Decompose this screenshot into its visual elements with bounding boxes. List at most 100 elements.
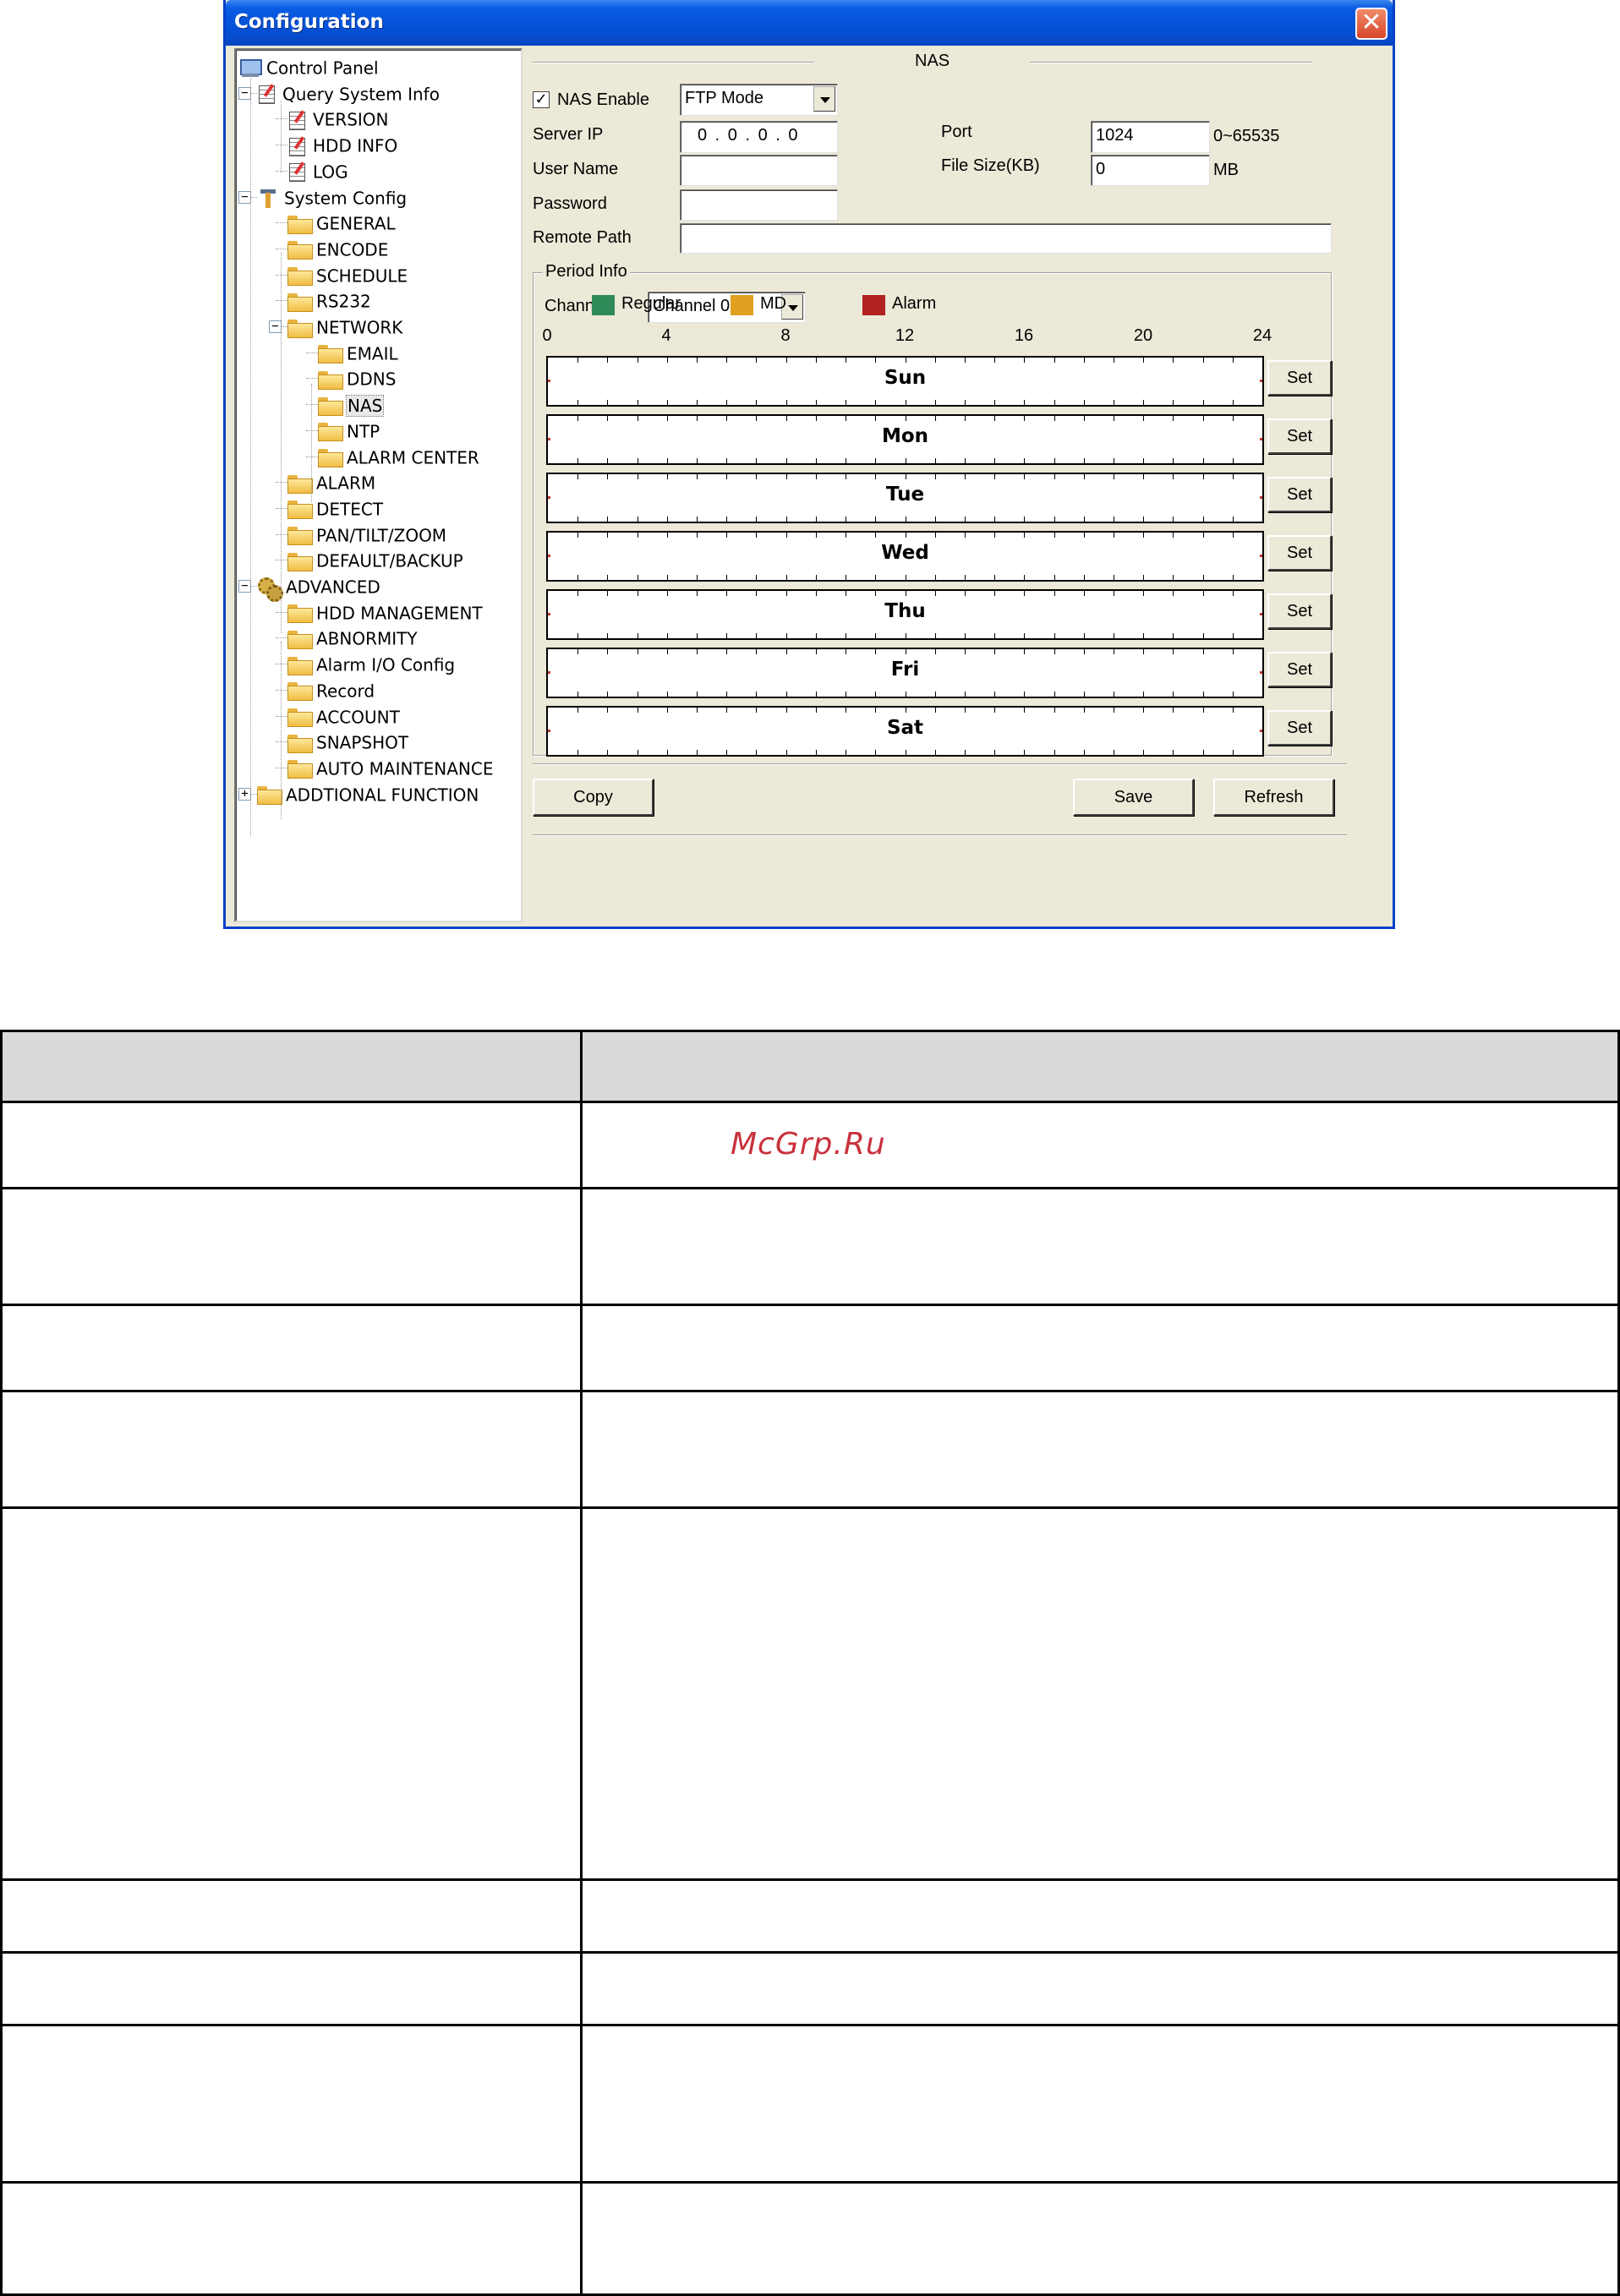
tree-item-pan-tilt-zoom[interactable]: PAN/TILT/ZOOM (287, 522, 446, 546)
set-button-sun[interactable]: Set (1267, 360, 1332, 396)
tree-item-ntp[interactable]: NTP (318, 418, 380, 442)
schedule-bar-fri[interactable]: Fri (546, 648, 1264, 698)
tree-item-schedule[interactable]: SCHEDULE (287, 263, 408, 287)
set-button-fri[interactable]: Set (1267, 652, 1332, 687)
hour-tick (697, 575, 698, 580)
hour-tick-label: 20 (1133, 326, 1153, 345)
hour-tick (1202, 591, 1204, 596)
table-cell (579, 2024, 1620, 2184)
tree-guide-line (311, 384, 312, 502)
tree-item-auto-maintenance[interactable]: AUTO MAINTENANCE (287, 756, 494, 779)
folder-icon (287, 760, 313, 779)
set-button-sat[interactable]: Set (1267, 710, 1332, 746)
tree-item-label: ENCODE (316, 239, 389, 260)
tree-item-addtional-function[interactable]: ADDTIONAL FUNCTION (257, 782, 479, 806)
tree-guide-line (281, 101, 282, 172)
collapse-icon[interactable]: − (269, 320, 282, 333)
tree-item-record[interactable]: Record (287, 678, 375, 702)
hour-tick (577, 416, 579, 421)
remote-path-field[interactable] (680, 223, 1332, 254)
document-edit-icon (287, 161, 308, 183)
schedule-bar-tue[interactable]: Tue (546, 473, 1264, 523)
chevron-down-icon[interactable] (813, 86, 835, 112)
hour-tick (607, 649, 609, 654)
tree-item-label: NETWORK (316, 317, 403, 338)
hour-tick (607, 400, 609, 405)
tree-item-version[interactable]: VERSION (287, 107, 389, 130)
tree-item-label: DEFAULT/BACKUP (316, 550, 463, 571)
collapse-icon[interactable]: − (238, 580, 251, 593)
expand-icon[interactable]: + (238, 787, 251, 801)
copy-button[interactable]: Copy (533, 779, 654, 816)
close-button[interactable]: ✕ (1355, 8, 1387, 40)
tree-item-account[interactable]: ACCOUNT (287, 704, 400, 728)
hour-tick (1024, 649, 1026, 654)
hour-tick-label: 0 (542, 326, 552, 345)
save-button[interactable]: Save (1073, 779, 1194, 816)
tree-item-hdd-management[interactable]: HDD MANAGEMENT (287, 600, 483, 624)
tree-item-control-panel[interactable]: Control Panel (239, 55, 379, 79)
tree-item-label: System Config (284, 188, 408, 208)
tree-item-abnormity[interactable]: ABNORMITY (287, 626, 418, 649)
folder-icon (318, 449, 343, 467)
schedule-bar-thu[interactable]: Thu (546, 589, 1264, 640)
tree-item-alarm[interactable]: ALARM (287, 470, 375, 494)
tree-item-hdd-info[interactable]: HDD INFO (287, 133, 397, 156)
day-label: Fri (890, 659, 920, 681)
hour-tick (1173, 533, 1174, 538)
set-button-tue[interactable]: Set (1267, 477, 1332, 512)
tree-item-ddns[interactable]: DDNS (318, 366, 396, 390)
password-field[interactable] (680, 189, 838, 221)
tree-item-query-system-info[interactable]: Query System Info (257, 81, 440, 105)
tree-item-advanced[interactable]: ADVANCED (257, 574, 380, 602)
tree-item-email[interactable]: EMAIL (318, 341, 398, 364)
collapse-icon[interactable]: − (238, 86, 251, 100)
hour-tick (726, 575, 728, 580)
server-ip-field[interactable]: 0 . 0 . 0 . 0 (680, 121, 838, 153)
table-header-row (0, 1030, 1620, 1103)
table-cell (579, 1187, 1620, 1306)
schedule-bar-wed[interactable]: Wed (546, 531, 1264, 582)
tree-item-system-config[interactable]: System Config (257, 185, 407, 209)
hour-tick (1232, 474, 1234, 479)
nas-enable-checkbox[interactable]: ✓ (533, 91, 550, 108)
collapse-icon[interactable]: − (238, 190, 251, 204)
tree-item-snapshot[interactable]: SNAPSHOT (287, 730, 408, 753)
set-button-wed[interactable]: Set (1267, 535, 1332, 571)
hour-tick (785, 591, 787, 596)
tree-item-nas[interactable]: NAS (318, 392, 385, 417)
hour-tick (964, 400, 966, 405)
tree-item-default-backup[interactable]: DEFAULT/BACKUP (287, 548, 463, 571)
tree-item-general[interactable]: GENERAL (287, 210, 396, 234)
tree-item-detect[interactable]: DETECT (287, 496, 383, 520)
hour-tick (1054, 400, 1055, 405)
hour-tick (994, 575, 996, 580)
hour-tick (1173, 750, 1174, 755)
port-field[interactable]: 1024 (1091, 121, 1210, 153)
tree-item-rs232[interactable]: RS232 (287, 288, 371, 312)
schedule-bar-sun[interactable]: Sun (546, 356, 1264, 407)
set-button-thu[interactable]: Set (1267, 593, 1332, 629)
tree-item-alarm-center[interactable]: ALARM CENTER (318, 445, 479, 468)
tree-item-network[interactable]: NETWORK (287, 314, 402, 338)
schedule-bar-sat[interactable]: Sat (546, 706, 1264, 757)
schedule-bar-mon[interactable]: Mon (546, 414, 1264, 465)
file-size-field[interactable]: 0 (1091, 155, 1210, 186)
title-bar[interactable]: Configuration ✕ (226, 0, 1393, 46)
tree-item-log[interactable]: LOG (287, 159, 348, 183)
mode-select[interactable]: FTP Mode (680, 84, 838, 116)
tree-item-encode[interactable]: ENCODE (287, 237, 388, 260)
user-name-field[interactable] (680, 155, 838, 186)
folder-open-icon (318, 396, 343, 416)
hour-tick (1143, 575, 1145, 580)
hour-tick (1054, 533, 1055, 538)
hour-tick (964, 533, 966, 538)
set-button-mon[interactable]: Set (1267, 418, 1332, 454)
tree-connector (306, 456, 318, 457)
table-header-cell (0, 1030, 583, 1103)
tree-item-alarm-i-o-config[interactable]: Alarm I/O Config (287, 652, 455, 675)
hour-tick (934, 575, 936, 580)
hour-tick (815, 633, 817, 638)
folder-icon (287, 241, 313, 260)
refresh-button[interactable]: Refresh (1213, 779, 1334, 816)
